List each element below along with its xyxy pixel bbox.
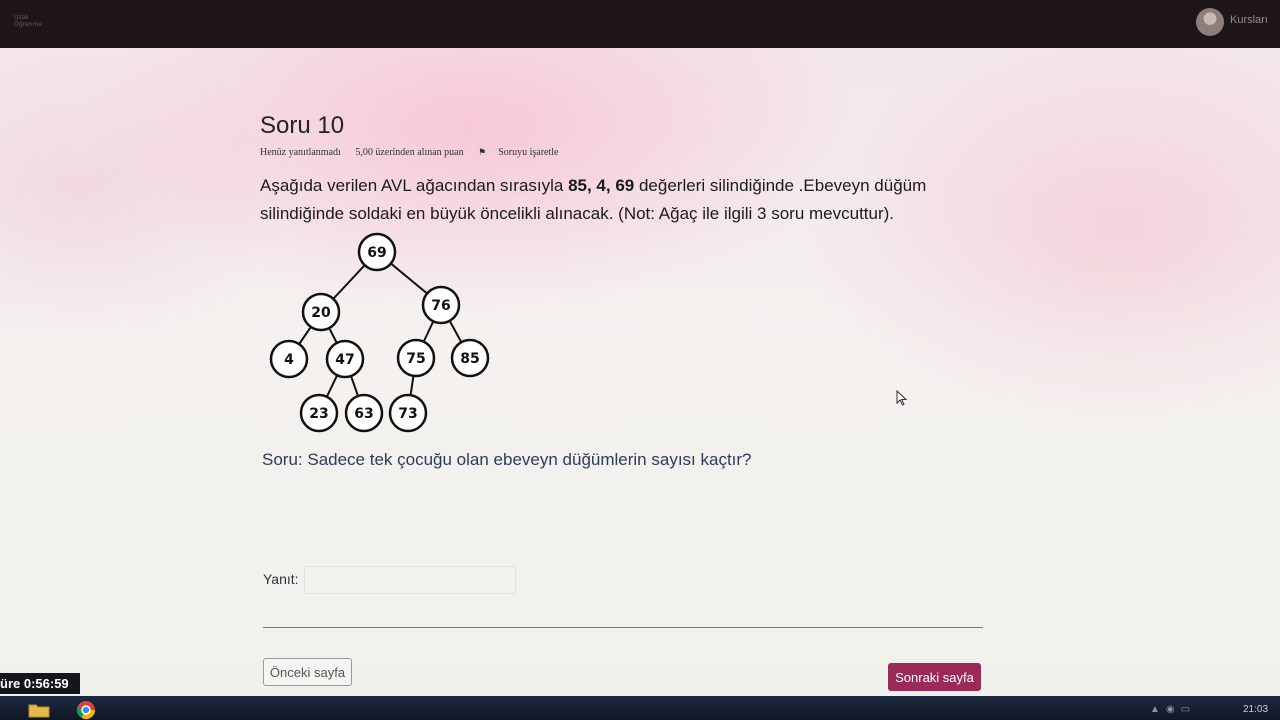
system-tray[interactable]: ▲◉▭ — [1150, 704, 1196, 715]
site-logo[interactable]: Uzak Öğrenme — [14, 14, 42, 28]
notification-icon[interactable]: ▭ — [1181, 704, 1196, 715]
question-prompt: Soru: Sadece tek çocuğu olan ebeveyn düğ… — [262, 450, 752, 469]
node-label: 47 — [335, 352, 354, 368]
volume-icon[interactable]: ◉ — [1166, 704, 1181, 715]
node-label: 75 — [406, 351, 425, 367]
node-label: 73 — [398, 406, 417, 422]
node-label: 4 — [284, 352, 294, 368]
taskbar-clock[interactable]: 21:03 — [1243, 704, 1268, 715]
question-info: Henüz yanıtlanmadı 5,00 üzerinden alınan… — [260, 147, 582, 158]
previous-page-button[interactable]: Önceki sayfa — [263, 658, 352, 686]
quiz-page: Soru 10 Henüz yanıtlanmadı 5,00 üzerinde… — [0, 48, 1280, 696]
answer-label: Yanıt: — [263, 571, 299, 587]
quiz-timer: üre 0:56:59 — [0, 673, 80, 694]
question-title: Soru 10 — [260, 112, 345, 139]
user-menu-label[interactable]: Kursları — [1230, 14, 1268, 26]
user-avatar[interactable] — [1196, 8, 1224, 36]
file-explorer-icon[interactable] — [28, 702, 50, 718]
question-status: Henüz yanıtlanmadı — [260, 147, 341, 158]
tree-edges — [288, 251, 471, 414]
next-page-button[interactable]: Sonraki sayfa — [888, 663, 981, 691]
node-label: 85 — [460, 351, 479, 367]
node-label: 76 — [431, 298, 450, 314]
taskbar — [0, 696, 1280, 720]
question-text: Aşağıda verilen AVL ağacından sırasıyla … — [260, 176, 927, 223]
flag-question-link[interactable]: ⚑ Soruyu işaretle — [478, 147, 570, 158]
node-label: 23 — [309, 406, 328, 422]
node-label: 63 — [354, 406, 373, 422]
question-values: 85, 4, 69 — [568, 176, 635, 195]
top-navbar: Uzak Öğrenme Kursları — [0, 0, 1280, 48]
mouse-cursor-icon — [896, 390, 908, 406]
network-icon[interactable]: ▲ — [1150, 704, 1166, 715]
avl-tree-diagram: 69 20 76 4 47 75 85 23 63 73 — [269, 232, 490, 433]
node-label: 69 — [367, 245, 386, 261]
question-points: 5,00 üzerinden alınan puan — [355, 147, 464, 158]
divider — [263, 627, 983, 628]
node-label: 20 — [311, 305, 331, 321]
flag-icon: ⚑ — [478, 147, 487, 157]
answer-input[interactable] — [304, 566, 516, 594]
chrome-browser-icon[interactable] — [76, 700, 96, 720]
